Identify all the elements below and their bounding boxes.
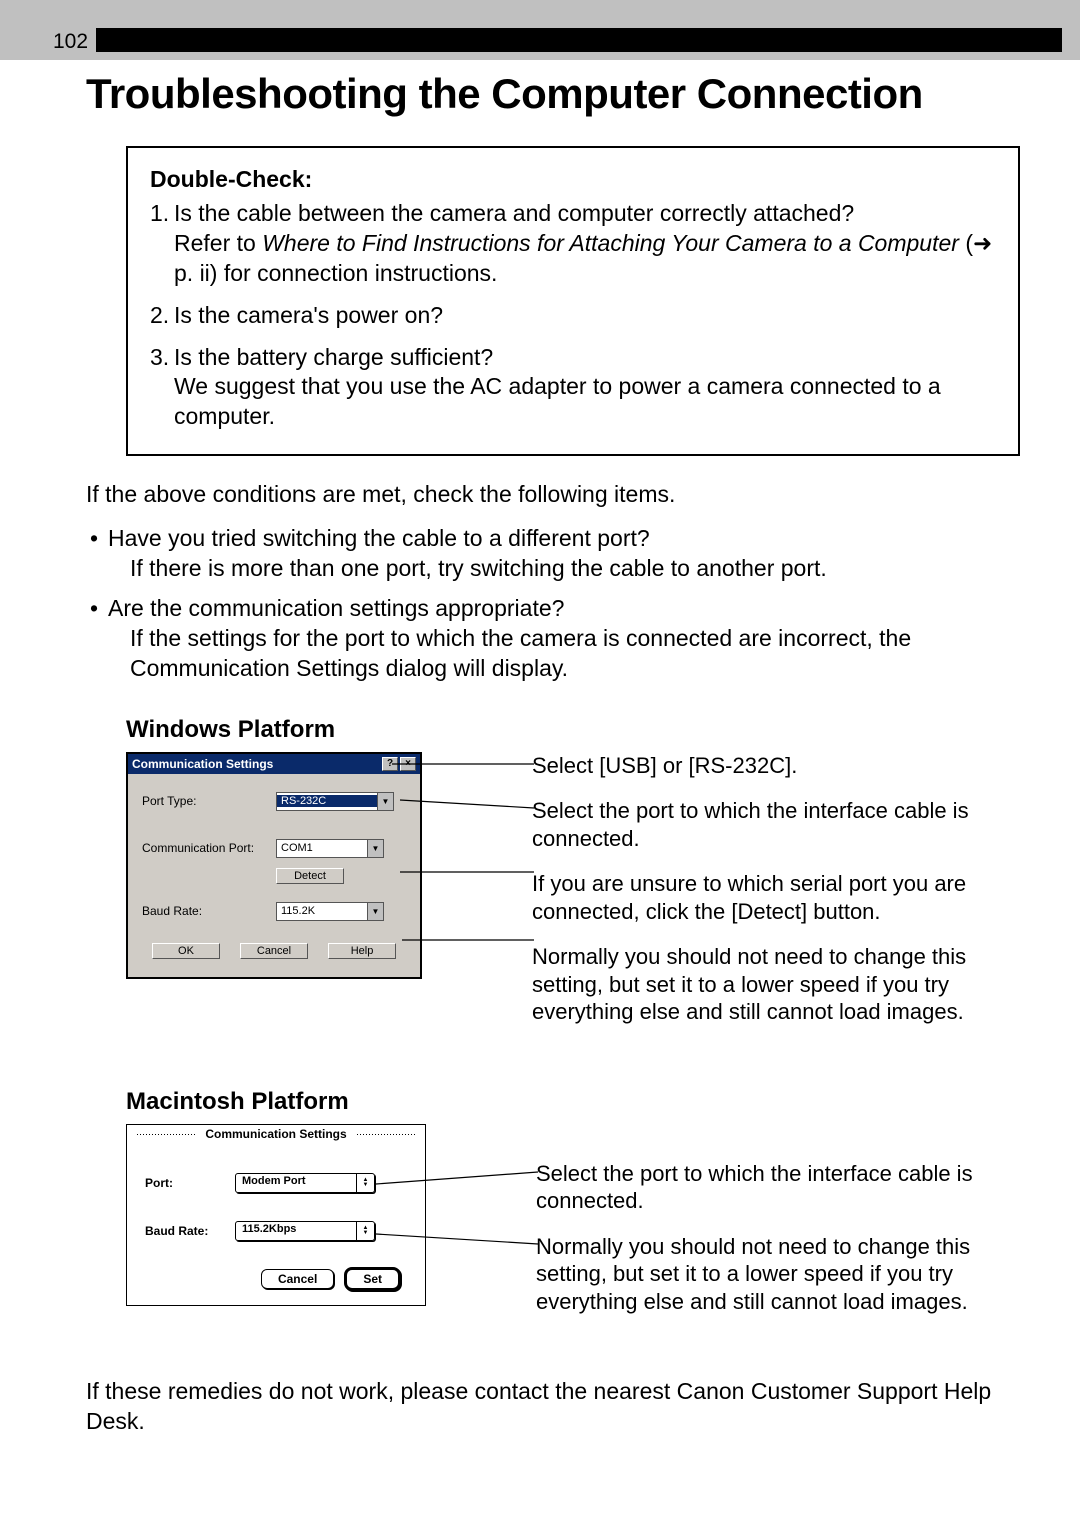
- header-black-bar: [96, 28, 1062, 52]
- mac-set-button[interactable]: Set: [346, 1269, 399, 1289]
- ok-button[interactable]: OK: [152, 943, 220, 959]
- mac-dialog: Communication Settings Port: Modem Port …: [126, 1124, 426, 1306]
- baud-rate-combo[interactable]: 115.2K ▼: [276, 902, 384, 921]
- windows-notes: Select [USB] or [RS-232C]. Select the po…: [532, 752, 1020, 1044]
- windows-row: Communication Settings ? × Port Type: RS…: [86, 752, 1020, 1044]
- baud-rate-label: Baud Rate:: [142, 904, 276, 918]
- updown-arrows-icon: ▲▼: [356, 1222, 374, 1240]
- cancel-button[interactable]: Cancel: [240, 943, 308, 959]
- win-note-1: Select [USB] or [RS-232C].: [532, 752, 1020, 780]
- mac-port-combo[interactable]: Modem Port ▲▼: [235, 1173, 375, 1193]
- double-check-heading: Double-Check:: [150, 166, 996, 193]
- chevron-down-icon: ▼: [367, 903, 383, 920]
- help-button[interactable]: Help: [328, 943, 396, 959]
- windows-heading: Windows Platform: [126, 716, 1020, 744]
- mac-dialog-title: Communication Settings: [127, 1125, 425, 1143]
- dc-item-3: 3. Is the battery charge sufficient? We …: [150, 343, 996, 433]
- windows-dialog: Communication Settings ? × Port Type: RS…: [126, 752, 422, 979]
- windows-dialog-titlebar: Communication Settings ? ×: [128, 754, 420, 774]
- win-note-3: If you are unsure to which serial port y…: [532, 870, 1020, 925]
- windows-dialog-title: Communication Settings: [132, 757, 273, 771]
- mac-note-2: Normally you should not need to change t…: [536, 1233, 1020, 1316]
- mac-baud-combo[interactable]: 115.2Kbps ▲▼: [235, 1221, 375, 1241]
- dc-item-1: 1. Is the cable between the camera and c…: [150, 199, 996, 289]
- mac-row: Communication Settings Port: Modem Port …: [86, 1124, 1020, 1334]
- mac-cancel-button[interactable]: Cancel: [261, 1269, 334, 1289]
- comm-port-combo[interactable]: COM1 ▼: [276, 839, 384, 858]
- comm-port-label: Communication Port:: [142, 841, 276, 855]
- port-type-combo[interactable]: RS-232C ▼: [276, 792, 394, 811]
- detect-button[interactable]: Detect: [276, 868, 344, 884]
- port-type-label: Port Type:: [142, 794, 276, 808]
- chevron-down-icon: ▼: [367, 840, 383, 857]
- mac-notes: Select the port to which the interface c…: [536, 1124, 1020, 1334]
- bullet-list: Have you tried switching the cable to a …: [86, 524, 1020, 683]
- win-note-2: Select the port to which the interface c…: [532, 797, 1020, 852]
- mac-port-label: Port:: [145, 1176, 235, 1190]
- mac-heading: Macintosh Platform: [126, 1088, 1020, 1116]
- closing-paragraph: If these remedies do not work, please co…: [86, 1377, 1020, 1437]
- updown-arrows-icon: ▲▼: [356, 1174, 374, 1192]
- mac-note-1: Select the port to which the interface c…: [536, 1160, 1020, 1215]
- bullet-2: Are the communication settings appropria…: [86, 594, 1020, 684]
- bullet-1: Have you tried switching the cable to a …: [86, 524, 1020, 584]
- page-title: Troubleshooting the Computer Connection: [86, 70, 1020, 118]
- page-number: 102: [53, 30, 88, 54]
- dc-item-2: 2. Is the camera's power on?: [150, 301, 996, 331]
- page-header: 102: [0, 0, 1080, 60]
- intro-para: If the above conditions are met, check t…: [86, 480, 1020, 510]
- double-check-box: Double-Check: 1. Is the cable between th…: [126, 146, 1020, 456]
- chevron-down-icon: ▼: [377, 793, 393, 810]
- mac-baud-label: Baud Rate:: [145, 1224, 235, 1238]
- win-note-4: Normally you should not need to change t…: [532, 943, 1020, 1026]
